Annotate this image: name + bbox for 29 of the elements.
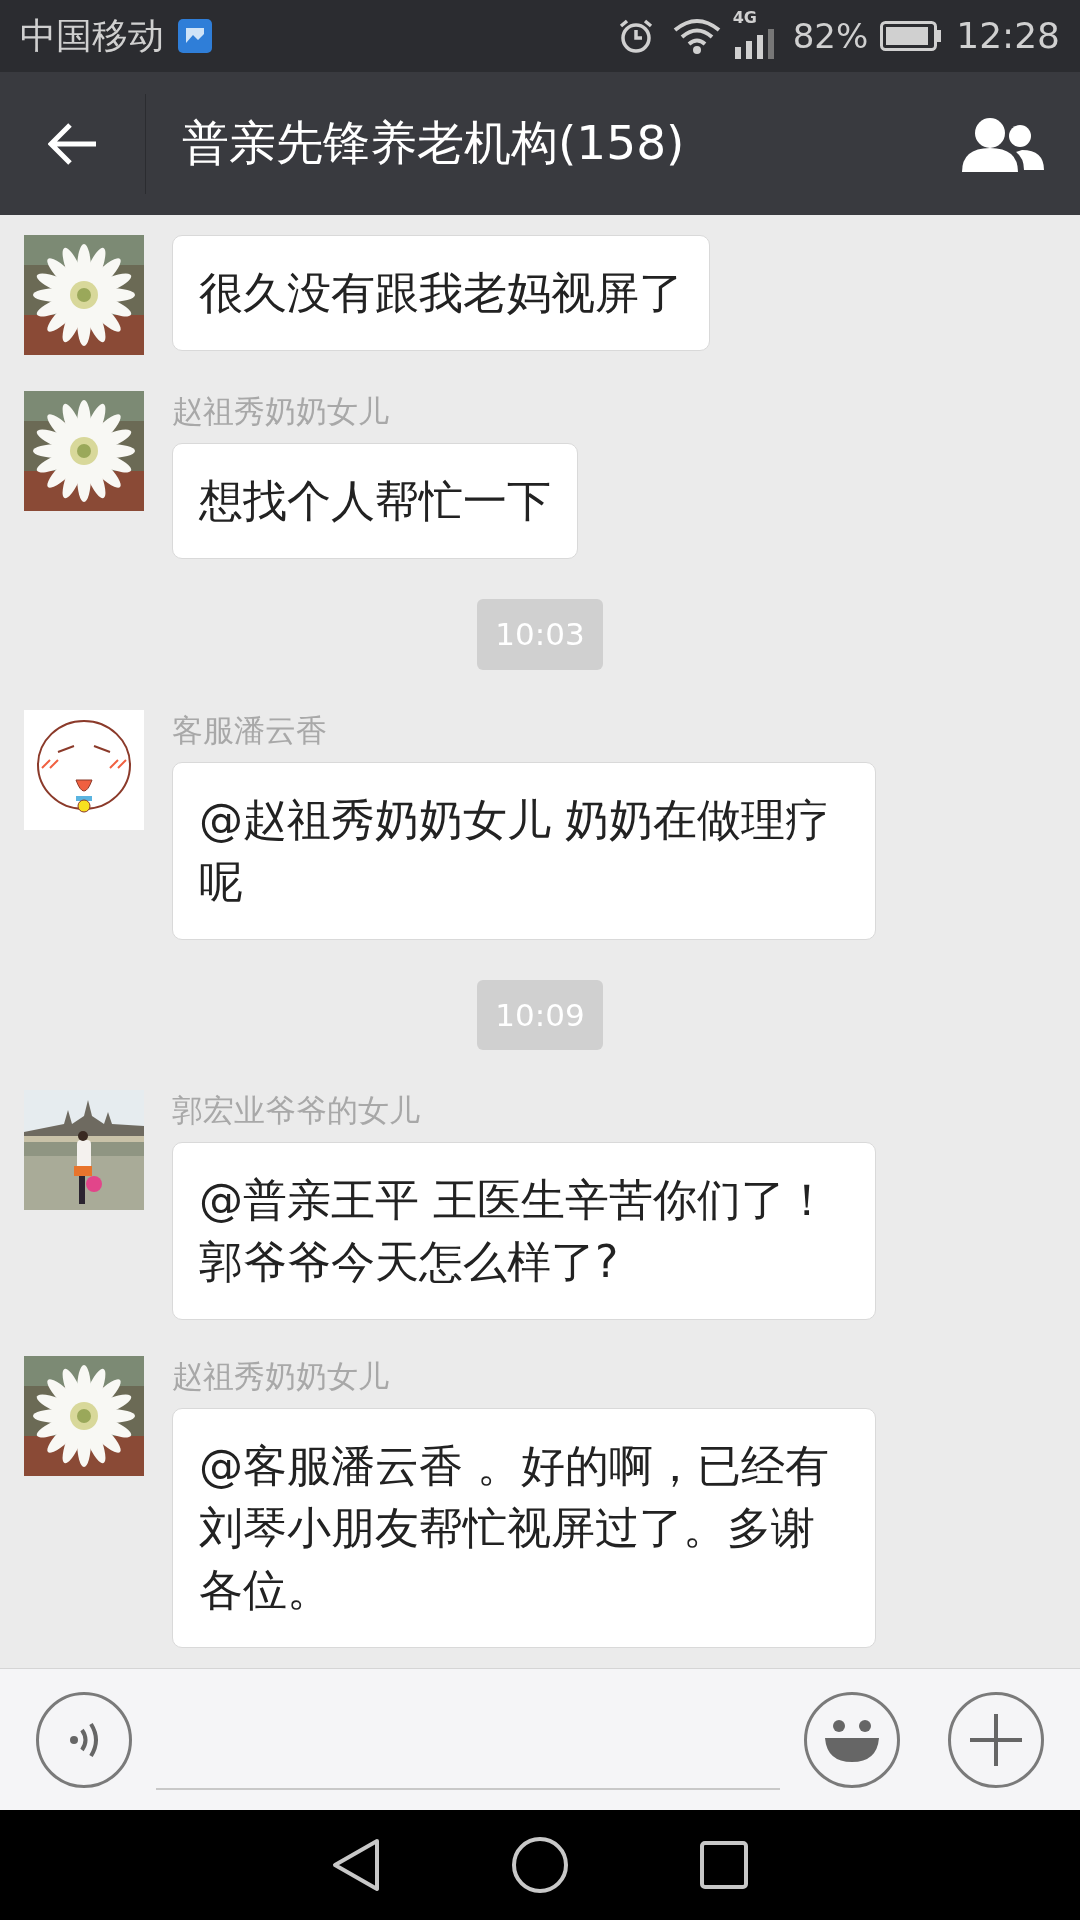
plus-icon xyxy=(968,1711,1024,1768)
plus-button[interactable] xyxy=(948,1691,1044,1788)
message-bubble: @赵祖秀奶奶女儿 奶奶在做理疗呢 xyxy=(172,761,876,940)
network-type: 4G xyxy=(732,9,757,27)
carrier-name: 中国移动 xyxy=(20,14,164,58)
sender-name: 赵祖秀奶奶女儿 xyxy=(172,1357,389,1396)
gallery-icon xyxy=(178,19,212,53)
recents-nav-button[interactable] xyxy=(699,1840,749,1890)
clock-time: 12:28 xyxy=(956,14,1060,58)
emoji-button[interactable] xyxy=(804,1691,900,1788)
chat-title: 普亲先锋养老机构(158) xyxy=(182,114,686,173)
signal-icon xyxy=(732,29,777,59)
triangle-icon xyxy=(331,1837,381,1893)
sender-name: 客服潘云香 xyxy=(172,710,327,750)
back-arrow-icon xyxy=(47,121,98,166)
square-icon xyxy=(699,1840,749,1890)
message-bubble: 想找个人帮忙一下 xyxy=(172,443,578,559)
battery-percent: 82% xyxy=(792,14,869,58)
sender-name: 赵祖秀奶奶女儿 xyxy=(172,392,389,431)
sender-name: 郭宏业爷爷的女儿 xyxy=(172,1091,420,1130)
back-nav-button[interactable] xyxy=(331,1837,381,1893)
circle-icon xyxy=(511,1836,569,1894)
people-icon xyxy=(960,115,1044,172)
message-bubble: 很久没有跟我老妈视屏了 xyxy=(172,235,710,351)
message-bubble: @普亲王平 王医生辛苦你们了！郭爷爷今天怎么样了? xyxy=(172,1142,876,1320)
battery-icon xyxy=(880,21,943,51)
home-nav-button[interactable] xyxy=(511,1836,569,1894)
message-bubble: @客服潘云香 。好的啊，已经有刘琴小朋友帮忙视屏过了。多谢各位。 xyxy=(172,1408,876,1648)
voice-button[interactable] xyxy=(36,1691,132,1788)
